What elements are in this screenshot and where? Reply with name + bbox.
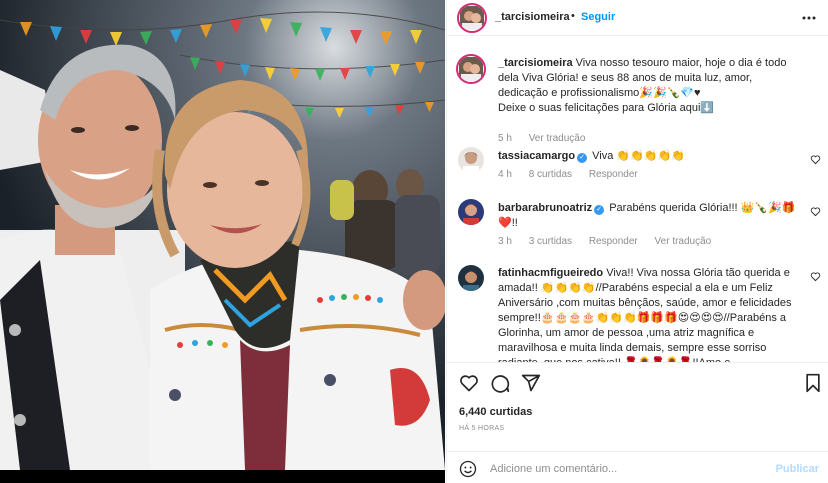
comment-icon[interactable] bbox=[490, 373, 510, 393]
verified-badge-icon: ✓ bbox=[594, 205, 605, 215]
comments-list[interactable]: _tarcisiomeira Viva nosso tesouro maior,… bbox=[447, 37, 828, 362]
caption-meta: 5 h Ver tradução bbox=[498, 133, 599, 144]
comment-input[interactable] bbox=[490, 460, 750, 478]
comment-likes[interactable]: 8 curtidas bbox=[529, 169, 572, 180]
comment-text: barbarabrunoatriz ✓ Parabéns querida Glór… bbox=[498, 201, 806, 231]
header-separator-dot: • bbox=[571, 10, 575, 22]
post-header: _tarcisiomeira • Seguir bbox=[447, 0, 828, 36]
comment-text: tassiacamargo ✓ Viva 👏👏👏👏👏 bbox=[498, 149, 806, 164]
caption-username[interactable]: _tarcisiomeira bbox=[498, 57, 573, 69]
save-bookmark-icon[interactable] bbox=[803, 373, 823, 393]
caption-time: 5 h bbox=[498, 133, 512, 144]
verified-badge-icon: ✓ bbox=[577, 153, 588, 163]
caption-line-4: Deixe o suas felicitações para Glória aq… bbox=[498, 102, 715, 114]
publish-button[interactable]: Publicar bbox=[776, 463, 819, 475]
comment-likes[interactable]: 3 curtidas bbox=[529, 236, 572, 247]
comment-meta: 3 h 3 curtidas Responder Ver tradução bbox=[498, 236, 725, 247]
caption-line-2: dela Viva Glória! e seus 88 anos de muit… bbox=[498, 72, 753, 84]
comment-body: Viva 👏👏👏👏👏 bbox=[592, 150, 685, 162]
commenter-avatar[interactable] bbox=[458, 147, 484, 173]
comment-meta: 4 h 8 curtidas Responder bbox=[498, 169, 652, 180]
photo-bottom-bar bbox=[0, 470, 445, 483]
share-icon[interactable] bbox=[521, 373, 541, 393]
comment-like-heart-icon[interactable] bbox=[810, 206, 821, 217]
follow-button[interactable]: Seguir bbox=[581, 11, 615, 23]
likes-count[interactable]: 6,440 curtidas bbox=[459, 406, 532, 418]
caption-author-avatar[interactable] bbox=[456, 54, 486, 84]
comment-reply-button[interactable]: Responder bbox=[589, 236, 638, 247]
comment-text: fatinhacmfigueiredo Viva!! Viva nossa Gl… bbox=[498, 266, 806, 362]
comment-username[interactable]: tassiacamargo bbox=[498, 150, 575, 162]
caption-line-1: Viva nosso tesouro maior, hoje o dia é t… bbox=[575, 57, 787, 69]
add-comment-bar: Publicar bbox=[447, 451, 828, 483]
post-details-panel: _tarcisiomeira • Seguir _tarcisiomeira V… bbox=[446, 0, 828, 483]
comment-time: 3 h bbox=[498, 236, 512, 247]
comment-username[interactable]: barbarabrunoatriz bbox=[498, 202, 592, 214]
emoji-icon[interactable] bbox=[459, 460, 477, 478]
comment-like-heart-icon[interactable] bbox=[810, 271, 821, 282]
comment-like-heart-icon[interactable] bbox=[810, 154, 821, 165]
more-options-icon[interactable] bbox=[801, 10, 817, 26]
caption-line-3: dedicação e profissionalismo🎉🎉🍾💎♥ bbox=[498, 87, 701, 99]
comment-translate-link[interactable]: Ver tradução bbox=[655, 236, 712, 247]
post-actions-section: 6,440 curtidas HÁ 5 HORAS Publicar bbox=[447, 362, 828, 482]
posted-time: HÁ 5 HORAS bbox=[459, 425, 505, 432]
caption-text: _tarcisiomeira Viva nosso tesouro maior,… bbox=[498, 56, 818, 116]
comment-time: 4 h bbox=[498, 169, 512, 180]
author-avatar[interactable] bbox=[457, 3, 487, 33]
comment-reply-button[interactable]: Responder bbox=[589, 169, 638, 180]
commenter-avatar[interactable] bbox=[458, 199, 484, 225]
post-photo[interactable] bbox=[0, 0, 445, 470]
author-username[interactable]: _tarcisiomeira bbox=[495, 11, 570, 23]
post-photo-illustration bbox=[0, 0, 445, 470]
commenter-avatar[interactable] bbox=[458, 265, 484, 291]
like-heart-icon[interactable] bbox=[459, 373, 479, 393]
caption-translate-link[interactable]: Ver tradução bbox=[529, 133, 586, 144]
comment-body: Viva!! Viva nossa Glória tão querida e a… bbox=[498, 267, 792, 362]
comment-username[interactable]: fatinhacmfigueiredo bbox=[498, 267, 603, 279]
